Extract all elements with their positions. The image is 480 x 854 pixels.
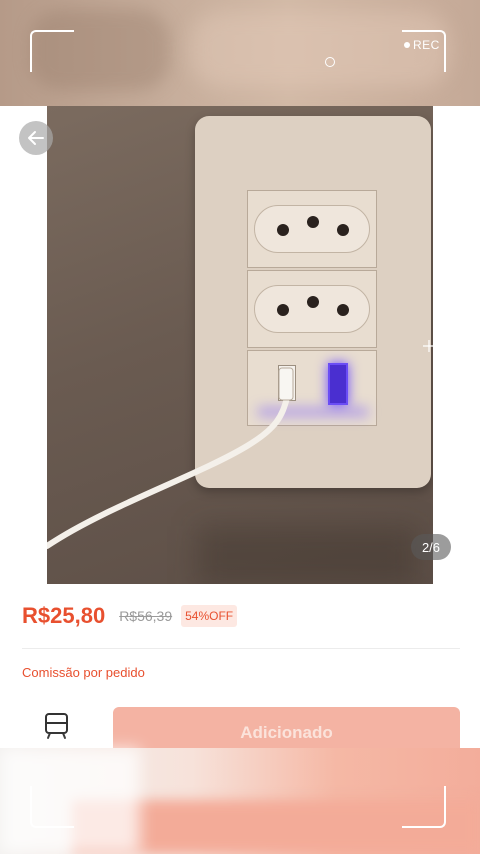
discount-badge: 54%OFF (181, 605, 238, 627)
cart-icon[interactable] (44, 712, 70, 740)
product-image[interactable] (47, 106, 433, 584)
divider (22, 648, 460, 649)
focus-circle-icon (325, 57, 335, 67)
frame-corner-bottom-left (30, 786, 74, 828)
frame-corner-bottom-right (402, 786, 446, 828)
original-price: R$56,39 (119, 608, 173, 624)
current-price: R$25,80 (22, 603, 106, 628)
rec-indicator: REC (404, 38, 440, 52)
image-counter: 2/6 (411, 534, 451, 560)
back-button[interactable] (19, 121, 53, 155)
commission-label[interactable]: Comissão por pedido (22, 665, 145, 680)
charging-cable (47, 367, 294, 549)
price-row: R$25,80 R$56,39 54%OFF (22, 603, 238, 629)
frame-corner-top-left (30, 30, 74, 72)
rec-dot-icon (404, 42, 410, 48)
plus-icon (423, 340, 435, 352)
arrow-left-icon (28, 131, 44, 145)
rec-label: REC (413, 38, 440, 52)
